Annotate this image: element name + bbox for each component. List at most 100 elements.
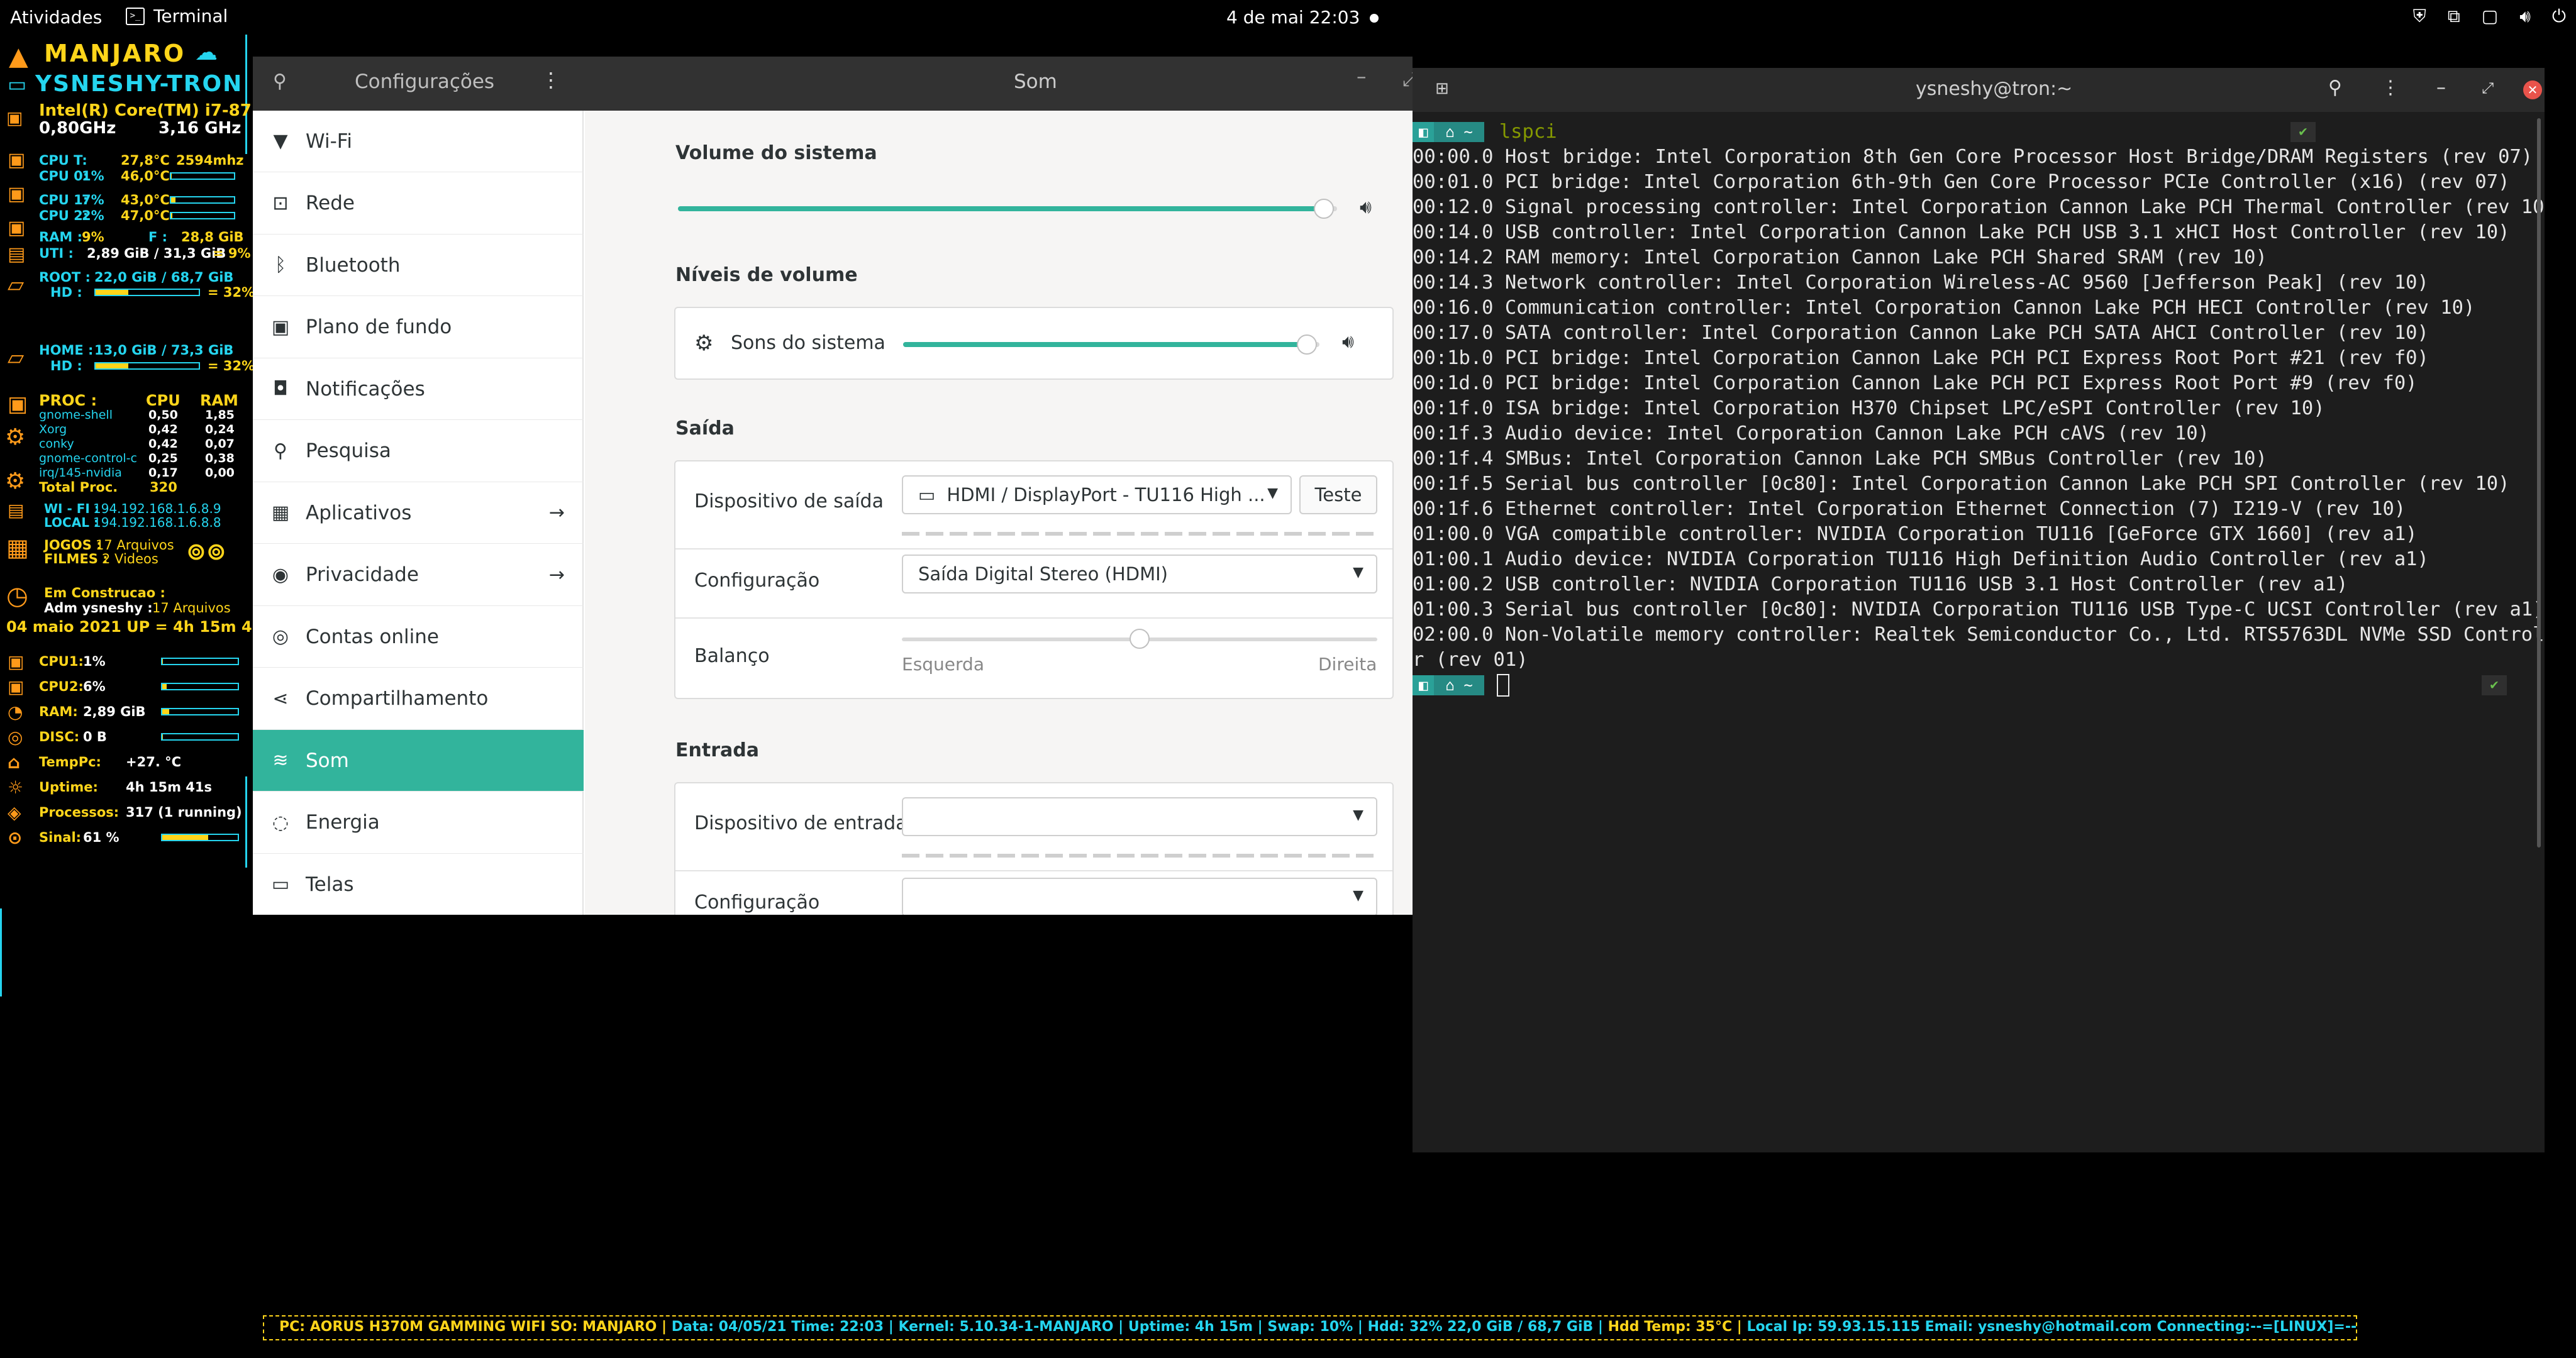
stat-value: 4h 15m 41s [126, 780, 213, 795]
cpu0-pct: 1% [82, 168, 104, 184]
system-sounds-label: Sons do sistema [731, 332, 886, 354]
proc-name: gnome-control-c [39, 451, 137, 465]
proc-cpu: 0,25 [148, 451, 178, 465]
input-title: Entrada [675, 739, 759, 761]
home-label: HOME : [39, 343, 94, 358]
stat-label: CPU2: [39, 679, 84, 694]
search-icon[interactable]: ⚲ [273, 70, 287, 92]
total-proc: 320 [150, 480, 177, 495]
home-hd-label: HD : [50, 358, 82, 373]
terminal-output[interactable]: ◧ ⌂ ~ lspci ✔ 00:00.0 Host bridge: Intel… [1413, 119, 2545, 698]
prompt: ◧ ⌂ ~ lspci ✔ [1413, 119, 2545, 145]
output-line: 02:00.0 Non-Volatile memory controller: … [1413, 624, 2545, 646]
balance-right: Direita [1318, 654, 1377, 675]
input-config-combo[interactable]: ▼ [902, 878, 1377, 915]
shield-icon[interactable]: ⛨ [2413, 6, 2426, 27]
email-info: Email: ysneshy@hotmail.com [1924, 1319, 2152, 1335]
system-sounds-slider[interactable] [903, 334, 1319, 355]
cpu0-bar [170, 172, 235, 180]
stat-bar [161, 658, 239, 665]
ram-pct: 9% [82, 229, 104, 245]
bluetooth-icon: ᛒ [275, 254, 286, 276]
search-icon: ⚲ [274, 439, 287, 462]
sidebar-item-som[interactable]: ≋ Som [253, 730, 584, 792]
connecting-info: Connecting:--=[LINUX]=-- [2157, 1319, 2357, 1335]
stat-icon: ▣ [8, 651, 25, 672]
speaker-icon[interactable]: 🔊︎ [1342, 331, 1354, 353]
disk-icon: ▱ [8, 345, 25, 370]
jogos-value: 17 Arquivos [96, 538, 174, 553]
output-line: 00:1f.6 Ethernet controller: Intel Corpo… [1413, 498, 2406, 520]
proc-name: conky [39, 437, 74, 451]
cpu-freq-min: 0,80GHz [39, 119, 116, 138]
clock[interactable]: 4 de mai 22:03 [1226, 7, 1360, 28]
wifi-label: WI - FI : [44, 501, 99, 516]
sidebar-item-pesquisa[interactable]: ⚲ Pesquisa [253, 421, 584, 482]
search-icon[interactable]: ⚲ [2328, 77, 2342, 99]
display-icon[interactable]: ⧉ [2448, 6, 2460, 27]
sidebar-item-label: Contas online [306, 625, 439, 648]
check-icon: ✔ [2482, 675, 2507, 695]
sidebar-item-privacidade[interactable]: ◉ Privacidade → [253, 544, 584, 606]
local-ip-info: Local Ip: 59.93.15.115 [1746, 1319, 1920, 1335]
sidebar-item-telas[interactable]: ▭ Telas [253, 854, 584, 915]
test-button[interactable]: Teste [1299, 475, 1377, 514]
stat-icon: ◈ [8, 802, 21, 823]
app-menu[interactable]: >_ Terminal [126, 6, 228, 26]
maximize-icon[interactable]: ⤢ [2482, 79, 2494, 97]
config-combo[interactable]: Saída Digital Stereo (HDMI) ▼ [902, 555, 1377, 593]
sidebar-item-energia[interactable]: ◌ Energia [253, 792, 584, 854]
stat-icon: ◔ [8, 702, 23, 722]
window-icon[interactable]: ▢ [2482, 6, 2498, 27]
app-name: Terminal [153, 6, 228, 26]
cpu-model: Intel(R) Core(TM) i7-87 [39, 101, 252, 120]
sidebar-item-label: Notificações [306, 377, 425, 400]
sidebar-item-label: Wi-Fi [306, 130, 352, 153]
menu-icon[interactable]: ⋮ [2381, 77, 2400, 99]
filmes-value: 2 Videos [102, 551, 158, 566]
cursor[interactable] [1496, 674, 1509, 697]
sidebar-item-plano-de-fundo[interactable]: ▣ Plano de fundo [253, 297, 584, 358]
total-proc-label: Total Proc. [39, 480, 118, 495]
system-tray[interactable]: ⛨ ⧉ ▢ 🔊︎ ⏻ [2413, 6, 2566, 27]
input-level-meter [902, 854, 1377, 858]
cpu-chip-icon: ▣ [6, 108, 23, 128]
input-device-combo[interactable]: ▼ [902, 797, 1377, 836]
activities-button[interactable]: Atividades [10, 7, 102, 28]
sidebar-item-wi-fi[interactable]: ▼ Wi-Fi [253, 111, 584, 172]
volume-icon[interactable]: 🔊︎ [2519, 6, 2531, 27]
terminal-scrollbar[interactable] [2537, 118, 2541, 847]
sidebar-item-compartilhamento[interactable]: ⋖ Compartilhamento [253, 668, 584, 730]
sidebar-item-aplicativos[interactable]: ▦ Aplicativos → [253, 482, 584, 544]
proc-ram: 0,07 [205, 437, 235, 451]
sidebar-item-label: Plano de fundo [306, 316, 452, 338]
prompt-dir: ⌂ ~ [1434, 122, 1484, 142]
balance-slider[interactable] [902, 629, 1377, 649]
speaker-icon[interactable]: 🔊︎ [1360, 196, 1372, 218]
output-line: 00:1f.0 ISA bridge: Intel Corporation H3… [1413, 397, 2325, 419]
stat-bar [161, 708, 239, 715]
sidebar-item-rede[interactable]: ⊡ Rede [253, 173, 584, 235]
maximize-icon[interactable]: ⤢ [1402, 68, 1413, 91]
settings-sidebar: ▼ Wi-Fi ⊡ Rede ᛒ Bluetooth ▣ Plano de fu… [253, 111, 584, 915]
uti-label: UTI : [39, 246, 74, 261]
close-icon[interactable]: ✕ [2523, 80, 2542, 99]
minimize-icon[interactable]: – [1357, 65, 1367, 88]
power-icon: ◌ [272, 811, 289, 834]
power-icon[interactable]: ⏻ [2552, 6, 2566, 27]
network-icon: ⊡ [272, 192, 289, 214]
minimize-icon[interactable]: – [2436, 77, 2446, 99]
output-line: 00:1d.0 PCI bridge: Intel Corporation Ca… [1413, 372, 2418, 394]
stat-value: 61 % [83, 830, 119, 845]
new-tab-icon[interactable]: ⊞ [1435, 79, 1449, 98]
sidebar-item-notifica-es[interactable]: ◘ Notificações [253, 358, 584, 420]
sidebar-item-contas-online[interactable]: ◎ Contas online [253, 606, 584, 668]
terminal-app-icon: >_ [126, 7, 145, 25]
sidebar-item-bluetooth[interactable]: ᛒ Bluetooth [253, 235, 584, 296]
router-icon: ▤ [8, 500, 25, 521]
system-volume-slider[interactable] [678, 199, 1337, 219]
root-hd-label: HD : [50, 285, 82, 300]
menu-icon[interactable]: ⋮ [541, 68, 561, 92]
output-device-combo[interactable]: ▭ HDMI / DisplayPort - TU116 High ... ▼ [902, 475, 1292, 514]
stat-label: Uptime: [39, 780, 98, 795]
